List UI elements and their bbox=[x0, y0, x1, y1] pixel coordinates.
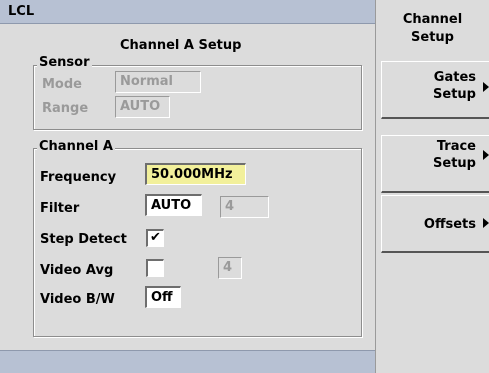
gates-setup-button[interactable]: Gates Setup bbox=[381, 61, 489, 119]
range-field[interactable]: AUTO bbox=[115, 96, 170, 118]
channel-a-group-label: Channel A bbox=[37, 139, 115, 154]
page-title: Channel A Setup bbox=[120, 38, 242, 53]
gates-arrow-icon bbox=[483, 82, 489, 92]
channel-setup-panel: Channel A Setup Sensor Mode Normal Range… bbox=[0, 24, 375, 350]
filter-label: Filter bbox=[40, 201, 80, 216]
step-detect-checkbox[interactable]: ✔ bbox=[146, 229, 164, 247]
video-bw-label: Video B/W bbox=[40, 292, 115, 307]
offsets-arrow-icon bbox=[483, 218, 489, 228]
bottom-status-bar bbox=[0, 350, 375, 373]
softkey-title-line1: Channel bbox=[402, 12, 463, 27]
offsets-label: Offsets bbox=[423, 217, 476, 232]
video-avg-label: Video Avg bbox=[40, 263, 114, 278]
status-label: LCL bbox=[8, 4, 35, 19]
status-bar: LCL bbox=[0, 0, 375, 24]
sensor-group-label: Sensor bbox=[37, 55, 92, 70]
range-label: Range bbox=[42, 101, 89, 116]
trace-arrow-icon bbox=[483, 150, 489, 160]
offsets-button[interactable]: Offsets bbox=[381, 195, 489, 253]
step-detect-label: Step Detect bbox=[40, 232, 127, 247]
softkey-title-line2: Setup bbox=[411, 30, 454, 45]
mode-field[interactable]: Normal bbox=[115, 71, 201, 93]
video-avg-checkbox[interactable] bbox=[146, 259, 164, 277]
mode-label: Mode bbox=[42, 77, 82, 92]
frequency-field[interactable]: 50.000MHz bbox=[145, 163, 246, 185]
trace-setup-line1: Trace bbox=[436, 139, 476, 154]
gates-setup-line2: Setup bbox=[433, 87, 476, 102]
video-bw-field[interactable]: Off bbox=[145, 286, 181, 308]
gates-setup-line1: Gates bbox=[433, 70, 476, 85]
trace-setup-line2: Setup bbox=[433, 156, 476, 171]
softkey-panel: Channel Setup Gates Setup Trace Setup Of… bbox=[375, 0, 489, 373]
video-avg-count-field[interactable]: 4 bbox=[218, 257, 242, 279]
frequency-label: Frequency bbox=[40, 170, 117, 185]
trace-setup-button[interactable]: Trace Setup bbox=[381, 135, 489, 193]
filter-field[interactable]: AUTO bbox=[145, 194, 202, 216]
filter-count-field[interactable]: 4 bbox=[220, 196, 269, 218]
